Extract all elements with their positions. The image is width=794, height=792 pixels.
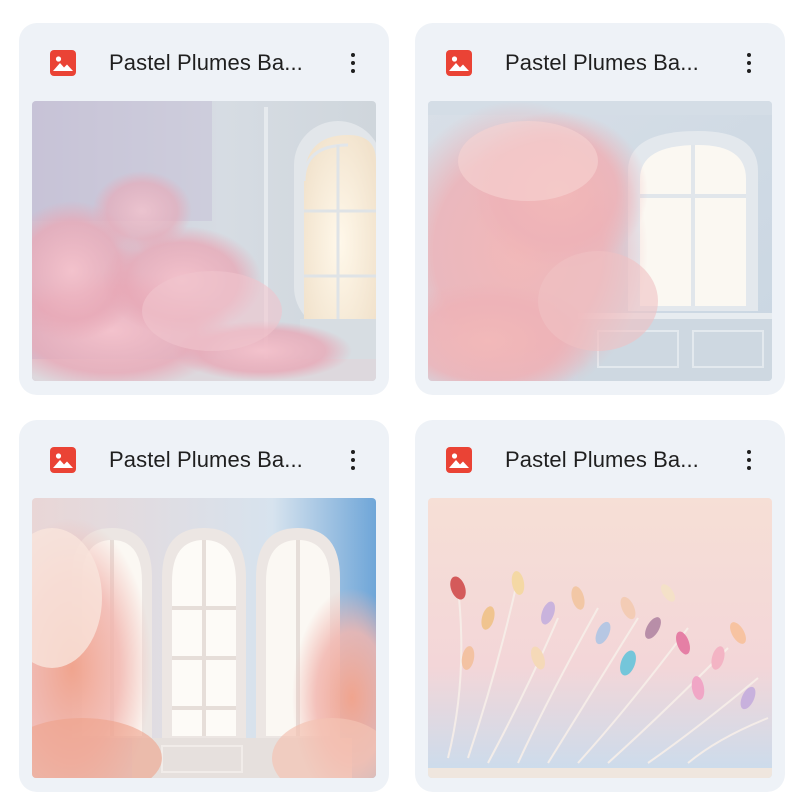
- image-thumbnail[interactable]: [32, 101, 376, 381]
- file-title: Pastel Plumes Ba...: [505, 447, 699, 472]
- file-card-header: Pastel Plumes Ba...: [19, 420, 389, 498]
- more-vert-icon[interactable]: [733, 442, 765, 478]
- image-thumbnail[interactable]: [428, 498, 772, 778]
- image-file-icon: [50, 447, 76, 473]
- more-vert-icon[interactable]: [337, 442, 369, 478]
- file-title: Pastel Plumes Ba...: [505, 50, 699, 75]
- image-file-icon: [50, 50, 76, 76]
- file-card[interactable]: Pastel Plumes Ba...: [415, 23, 785, 395]
- image-file-icon: [446, 447, 472, 473]
- image-thumbnail[interactable]: [32, 498, 376, 778]
- file-card[interactable]: Pastel Plumes Ba...: [19, 23, 389, 395]
- more-vert-icon[interactable]: [337, 45, 369, 81]
- file-title: Pastel Plumes Ba...: [109, 50, 303, 75]
- file-card-header: Pastel Plumes Ba...: [415, 23, 785, 101]
- more-vert-icon[interactable]: [733, 45, 765, 81]
- image-file-icon: [446, 50, 472, 76]
- file-card[interactable]: Pastel Plumes Ba...: [415, 420, 785, 792]
- file-grid: Pastel Plumes Ba... Pastel Plumes Ba... …: [0, 0, 794, 792]
- file-card[interactable]: Pastel Plumes Ba...: [19, 420, 389, 792]
- image-thumbnail[interactable]: [428, 101, 772, 381]
- file-card-header: Pastel Plumes Ba...: [415, 420, 785, 498]
- file-card-header: Pastel Plumes Ba...: [19, 23, 389, 101]
- file-title: Pastel Plumes Ba...: [109, 447, 303, 472]
